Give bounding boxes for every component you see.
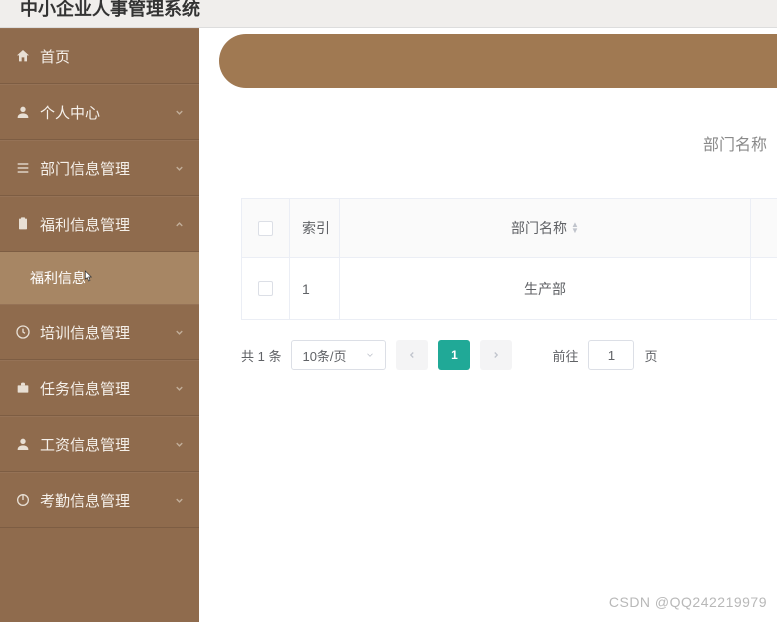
sidebar-item-label: 部门信息管理 — [40, 158, 130, 179]
goto-prefix: 前往 — [552, 346, 578, 365]
sidebar: 首页 个人中心 部门信息管理 福利信息管理 — [0, 28, 199, 622]
pagination: 共 1 条 10条/页 1 前往 页 — [241, 340, 777, 370]
checkbox-icon[interactable] — [258, 281, 273, 296]
page-number-button[interactable]: 1 — [438, 340, 470, 370]
main-content: 部门名称 索引 部门名称 ▲▼ 1 生产部 — [199, 28, 777, 622]
chevron-down-icon — [174, 163, 185, 174]
sidebar-item-label: 任务信息管理 — [40, 378, 130, 399]
chevron-left-icon — [407, 350, 417, 360]
td-index: 1 — [290, 258, 340, 319]
sidebar-item-label: 考勤信息管理 — [40, 490, 130, 511]
sidebar-item-label: 个人中心 — [40, 102, 100, 123]
td-dept: 生产部 — [340, 258, 751, 319]
power-icon — [14, 491, 32, 509]
clock-icon — [14, 323, 32, 341]
user-icon — [14, 103, 32, 121]
user-icon — [14, 435, 32, 453]
sidebar-item-home[interactable]: 首页 — [0, 28, 199, 84]
page-prev-button[interactable] — [396, 340, 428, 370]
th-dept[interactable]: 部门名称 ▲▼ — [340, 199, 751, 257]
th-index[interactable]: 索引 — [290, 199, 340, 257]
watermark: CSDN @QQ242219979 — [609, 594, 767, 610]
chevron-down-icon — [365, 350, 375, 360]
top-bar — [219, 34, 777, 88]
sort-icon[interactable]: ▲▼ — [571, 222, 579, 234]
filter-label-dept: 部门名称 — [703, 131, 767, 155]
briefcase-icon — [14, 379, 32, 397]
th-checkbox[interactable] — [242, 199, 290, 257]
goto-suffix: 页 — [644, 346, 657, 365]
cursor-pointer-icon — [80, 268, 96, 286]
sidebar-item-label: 培训信息管理 — [40, 322, 130, 343]
home-icon — [14, 47, 32, 65]
chevron-down-icon — [174, 439, 185, 450]
sidebar-item-label: 工资信息管理 — [40, 434, 130, 455]
th-extra — [751, 199, 777, 257]
sidebar-item-label: 福利信息管理 — [40, 214, 130, 235]
sidebar-subitem-label: 福利信息 — [30, 268, 86, 288]
sidebar-item-training[interactable]: 培训信息管理 — [0, 304, 199, 360]
page-goto-input[interactable] — [588, 340, 634, 370]
chevron-down-icon — [174, 107, 185, 118]
chevron-down-icon — [174, 495, 185, 506]
sidebar-item-department[interactable]: 部门信息管理 — [0, 140, 199, 196]
app-title: 中小企业人事管理系统 — [20, 0, 200, 21]
chevron-right-icon — [491, 350, 501, 360]
chevron-down-icon — [174, 383, 185, 394]
sidebar-item-personal[interactable]: 个人中心 — [0, 84, 199, 140]
page-size-select[interactable]: 10条/页 — [291, 340, 386, 370]
sidebar-item-label: 首页 — [40, 46, 70, 67]
sidebar-item-welfare[interactable]: 福利信息管理 — [0, 196, 199, 252]
table-row[interactable]: 1 生产部 — [242, 257, 777, 319]
chevron-down-icon — [174, 327, 185, 338]
clipboard-icon — [14, 215, 32, 233]
sidebar-item-attendance[interactable]: 考勤信息管理 — [0, 472, 199, 528]
sidebar-item-salary[interactable]: 工资信息管理 — [0, 416, 199, 472]
td-checkbox[interactable] — [242, 258, 290, 319]
data-table: 索引 部门名称 ▲▼ 1 生产部 — [241, 198, 777, 320]
sidebar-item-task[interactable]: 任务信息管理 — [0, 360, 199, 416]
pagination-total: 共 1 条 — [241, 346, 281, 365]
filter-row: 部门名称 — [199, 88, 777, 198]
list-icon — [14, 159, 32, 177]
app-header: 中小企业人事管理系统 — [0, 0, 777, 28]
page-next-button[interactable] — [480, 340, 512, 370]
table-header: 索引 部门名称 ▲▼ — [242, 199, 777, 257]
sidebar-subitem-welfare-info[interactable]: 福利信息 — [0, 252, 199, 304]
checkbox-icon[interactable] — [258, 221, 273, 236]
chevron-up-icon — [174, 219, 185, 230]
